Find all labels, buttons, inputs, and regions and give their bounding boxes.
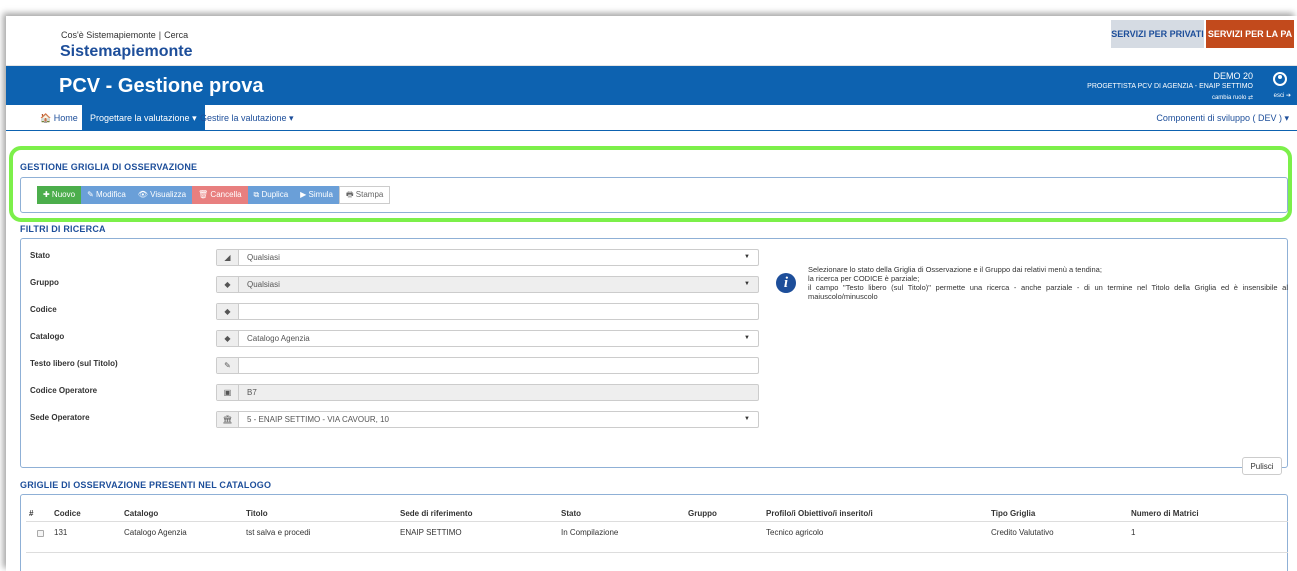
status-select-value: Qualsiasi — [247, 253, 280, 262]
tag-icon: ◆ — [217, 277, 239, 292]
search-link[interactable]: Cerca — [164, 30, 188, 40]
filter-label-code: Codice — [30, 305, 57, 314]
nav-design-evaluation[interactable]: Progettare la valutazione ▾ — [82, 105, 205, 131]
filter-label-catalog: Catalogo — [30, 332, 65, 341]
status-icon: ◢ — [217, 250, 239, 265]
status-select[interactable]: ◢ Qualsiasi ▼ — [216, 249, 759, 266]
pencil-icon: ✎ — [217, 358, 239, 373]
help-line-2: la ricerca per CODICE è parziale; — [808, 274, 920, 283]
table-section-title: GRIGLIE DI OSSERVAZIONE PRESENTI NEL CAT… — [20, 480, 272, 490]
app-header: PCV - Gestione prova DEMO 20 PROGETTISTA… — [6, 66, 1297, 105]
site-bar: Cos'è Sistemapiemonte | Cerca Sistemapiemo… — [6, 16, 1297, 66]
nav-manage-evaluation[interactable]: Gestire la valutazione ▾ — [192, 105, 302, 131]
filter-label-operator-code: Codice Operatore — [30, 386, 98, 395]
nav-dev-components[interactable]: Componenti di sviluppo ( DEV ) ▾ — [1156, 105, 1289, 131]
site-link-separator: | — [158, 30, 162, 40]
help-line-3: il campo "Testo libero (sul Titolo)" per… — [808, 283, 1288, 301]
table-header-cell: # — [29, 509, 34, 518]
filter-label-group: Gruppo — [30, 278, 59, 287]
free-text-input[interactable]: ✎ — [216, 357, 759, 374]
highlight-outline — [9, 146, 1292, 222]
table-cell: 131 — [54, 528, 68, 537]
pa-services-button[interactable]: SERVIZI PER LA PA — [1206, 20, 1294, 48]
main-nav: 🏠 Home Progettare la valutazione ▾ Gesti… — [6, 105, 1297, 131]
table-cell: In Compilazione — [561, 528, 619, 537]
change-role-link[interactable]: cambia ruolo ⇄ — [1087, 94, 1253, 101]
group-select-value: Qualsiasi — [247, 280, 280, 289]
about-link[interactable]: Cos'è Sistemapiemonte — [61, 30, 156, 40]
table-cell: tst salva e procedi — [246, 528, 311, 537]
site-links: Cos'è Sistemapiemonte | Cerca — [61, 30, 188, 40]
table-row-separator — [26, 552, 1288, 553]
table-cell: ENAIP SETTIMO — [400, 528, 462, 537]
app-frame: Cos'è Sistemapiemonte | Cerca Sistemapiemo… — [6, 16, 1297, 571]
id-card-icon: ▣ — [217, 385, 239, 400]
table-header-cell: Sede di riferimento — [400, 509, 473, 518]
user-name: DEMO 20 — [1213, 71, 1253, 81]
info-icon: i — [776, 273, 796, 293]
table-cell: Credito Valutativo — [991, 528, 1054, 537]
user-role: PROGETTISTA PCV DI AGENZIA - ENAIP SETTI… — [1087, 83, 1253, 90]
table-header-cell: Numero di Matrici — [1131, 509, 1199, 518]
filter-label-operator-site: Sede Operatore — [30, 413, 90, 422]
catalog-select-value: Catalogo Agenzia — [247, 334, 310, 343]
tag-icon: ◆ — [217, 331, 239, 346]
help-line-1: Selezionare lo stato della Griglia di Os… — [808, 265, 1102, 274]
chevron-down-icon: ▼ — [744, 416, 750, 422]
operator-code-input[interactable]: ▣ B7 — [216, 384, 759, 401]
nav-home[interactable]: 🏠 Home — [32, 105, 86, 131]
table-cell: 1 — [1131, 528, 1136, 537]
table-cell: Tecnico agricolo — [766, 528, 824, 537]
group-select[interactable]: ◆ Qualsiasi ▼ — [216, 276, 759, 293]
user-info: DEMO 20 PROGETTISTA PCV DI AGENZIA - ENA… — [1087, 71, 1253, 101]
row-select-checkbox[interactable] — [37, 530, 44, 537]
table-header-cell: Catalogo — [124, 509, 159, 518]
app-title: PCV - Gestione prova — [59, 75, 264, 97]
table-header-cell: Codice — [54, 509, 81, 518]
table-header-cell: Titolo — [246, 509, 268, 518]
filters-section-title: FILTRI DI RICERCA — [20, 224, 106, 234]
table-header-cell: Profilo/i Obiettivo/i inserito/i — [766, 509, 873, 518]
user-avatar-icon[interactable] — [1273, 72, 1287, 86]
table-header-cell: Tipo Griglia — [991, 509, 1036, 518]
table-header-separator — [26, 521, 1288, 522]
table-header-cell: Gruppo — [688, 509, 717, 518]
filters-help-text: Selezionare lo stato della Griglia di Os… — [808, 265, 1288, 301]
operator-site-value: 5 - ENAIP SETTIMO - VIA CAVOUR, 10 — [247, 415, 389, 424]
chevron-down-icon: ▼ — [744, 281, 750, 287]
logout-link[interactable]: esci ➔ — [1274, 92, 1291, 99]
code-input[interactable]: ◆ — [216, 303, 759, 320]
table-cell: Catalogo Agenzia — [124, 528, 187, 537]
catalog-select[interactable]: ◆ Catalogo Agenzia ▼ — [216, 330, 759, 347]
operator-code-value: B7 — [247, 388, 257, 397]
table-box — [20, 494, 1288, 571]
chevron-down-icon: ▼ — [744, 254, 750, 260]
clear-button[interactable]: Pulisci — [1242, 457, 1282, 475]
operator-site-select[interactable]: 🏛 5 - ENAIP SETTIMO - VIA CAVOUR, 10 ▼ — [216, 411, 759, 428]
site-brand[interactable]: Sistemapiemonte — [60, 43, 192, 61]
private-services-button[interactable]: SERVIZI PER PRIVATI — [1111, 20, 1204, 48]
table-header-cell: Stato — [561, 509, 581, 518]
chevron-down-icon: ▼ — [744, 335, 750, 341]
tag-icon: ◆ — [217, 304, 239, 319]
filter-label-free-text: Testo libero (sul Titolo) — [30, 359, 118, 368]
filter-label-status: Stato — [30, 251, 50, 260]
building-icon: 🏛 — [217, 412, 239, 427]
